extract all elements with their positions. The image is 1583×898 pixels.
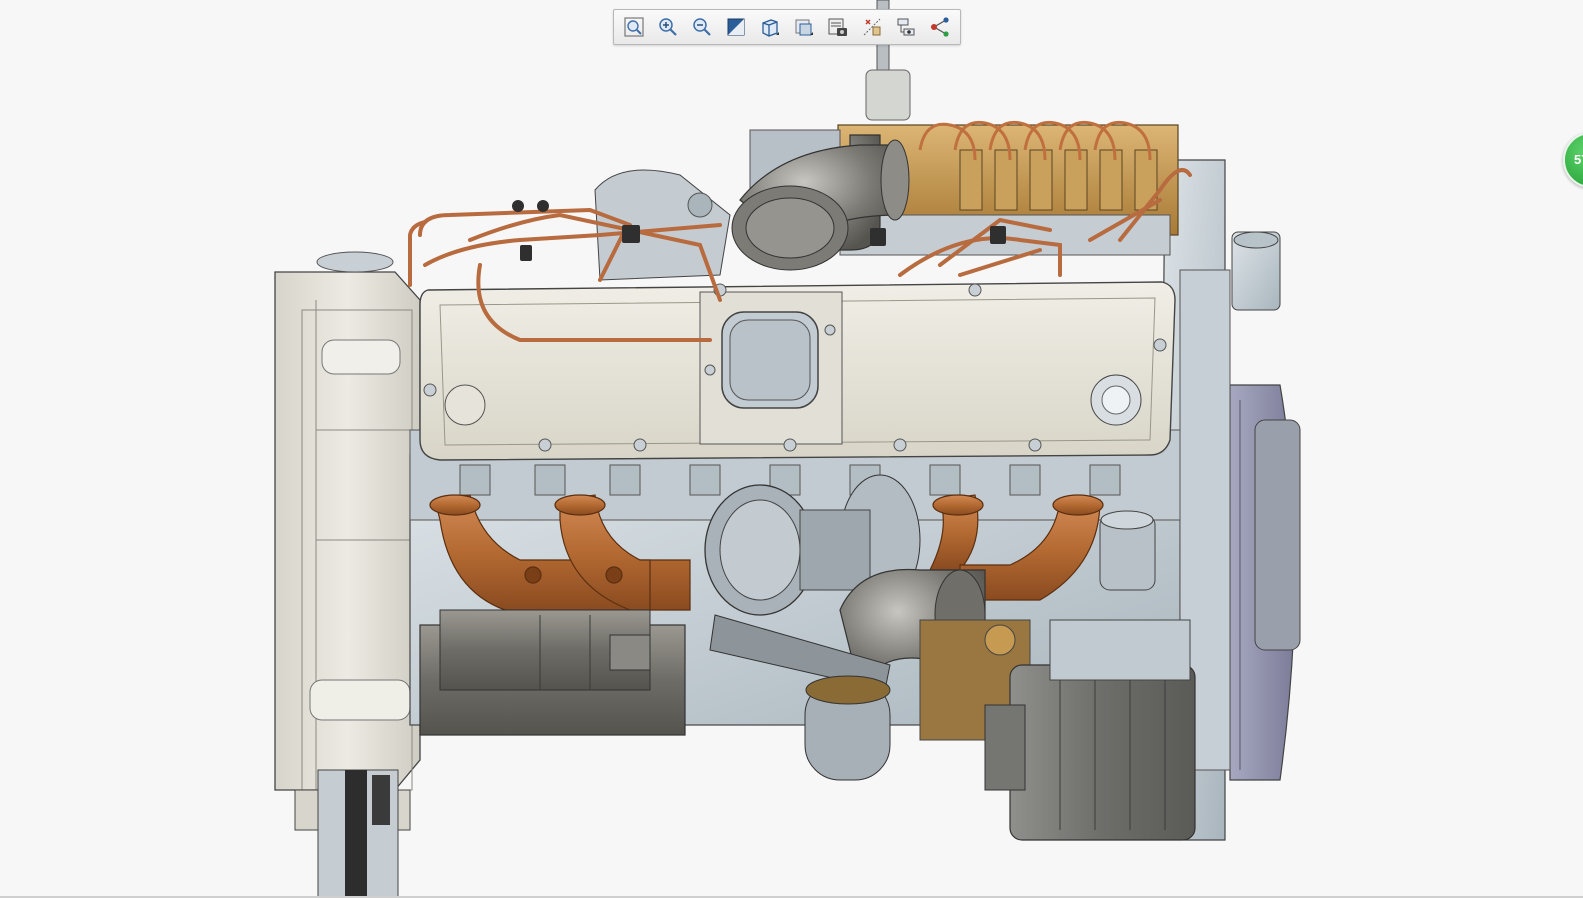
view-toolbar [613,9,961,45]
display-style-icon [727,18,745,36]
snapshot-button[interactable] [823,12,853,42]
zoom-out-icon [693,18,711,36]
engine-model[interactable] [0,0,1583,898]
valve-cover [419,281,1176,461]
connections-icon [931,17,949,37]
zoom-fit-icon [624,17,644,37]
zoom-fit-button[interactable] [619,12,649,42]
cube-view-icon [762,19,779,37]
section-view-button[interactable] [789,12,819,42]
section-view-icon [795,19,813,36]
snapshot-icon [828,18,847,36]
view-orientation-button[interactable] [755,12,785,42]
model-tree-icon [897,18,915,36]
oil-filler-cap [1099,510,1156,591]
starter-motor [419,609,686,736]
display-style-button[interactable] [721,12,751,42]
zoom-in-icon [659,18,677,36]
zoom-out-button[interactable] [687,12,717,42]
model-tree-button[interactable] [891,12,921,42]
explode-button[interactable] [857,12,887,42]
explode-icon [863,18,881,36]
crank-pulley [1229,384,1301,781]
flywheel-housing [274,251,421,791]
3d-viewport[interactable]: 57 [0,0,1583,898]
zoom-in-button[interactable] [653,12,683,42]
connections-button[interactable] [925,12,955,42]
